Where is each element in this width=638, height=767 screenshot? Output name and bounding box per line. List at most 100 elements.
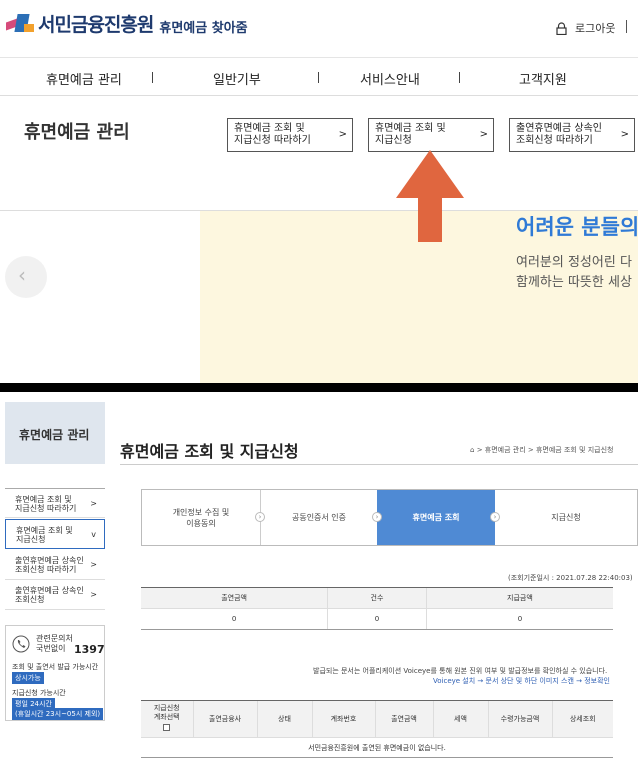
banner-text-line1: 여러분의 정성어린 다 (516, 255, 632, 270)
column-header: 상세조회 (551, 700, 613, 738)
hero-banner: ‹ 어려운 분들의 여러분의 정성어린 다 함께하는 따뜻한 세상 (0, 210, 638, 383)
logo-text: 서민금융진흥원 (38, 14, 154, 36)
banner-prev-button[interactable]: ‹ (5, 256, 47, 298)
logo-mark-icon (6, 12, 34, 36)
step-label: 지급신청 (551, 513, 581, 522)
column-header: 세액 (432, 700, 488, 738)
step-inquiry: 휴면예금 조회 (377, 490, 495, 545)
lnb-item-heir-guide[interactable]: 출연휴면예금 상속인 조회신청 따라하기 > (5, 550, 105, 580)
submenu-link-line1: 출연휴면예금 상속인 (516, 123, 602, 134)
voiceye-notice: 발급되는 문서는 어플리케이션 Voiceye를 통해 원본 진위 여부 및 발… (313, 667, 608, 675)
gnb-item-dormant[interactable]: 휴면예금 관리 (46, 69, 122, 88)
gnb-divider (318, 72, 319, 83)
title-divider (120, 464, 638, 465)
contact-label-line2: 국번없이 (36, 644, 66, 653)
contact-label: 관련문의처 국번없이 (36, 634, 73, 654)
table-cell: 0 (327, 608, 427, 630)
column-header-label: 지급신청 계좌선택 (153, 704, 180, 721)
submenu-link-line1: 휴면예금 조회 및 (234, 123, 305, 134)
submenu-link-heir-guide[interactable]: 출연휴면예금 상속인 조회신청 따라하기 > (509, 118, 635, 152)
lnb-header: 휴면예금 관리 (5, 402, 105, 464)
step-label-line2: 이용동의 (186, 518, 216, 528)
chevron-right-icon: > (90, 590, 97, 599)
table-row: 서민금융진흥원에 출연된 휴면예금이 없습니다. (141, 737, 613, 758)
voiceye-steps[interactable]: Voiceye 설치 → 문서 상단 및 하단 이미지 스캔 → 정보확인 (433, 676, 610, 686)
empty-message: 서민금융진흥원에 출연된 휴면예금이 없습니다. (141, 737, 613, 758)
submenu-link-inquiry[interactable]: 휴면예금 조회 및 지급신청 > (368, 118, 494, 152)
lnb-item-line2: 지급신청 따라하기 (15, 504, 77, 513)
logo-subtitle: 휴면예금 찾아줌 (159, 21, 248, 36)
column-header: 출연금액 (141, 587, 328, 609)
breadcrumb-path[interactable]: > 휴면예금 관리 > 휴면예금 조회 및 지급신청 (477, 446, 614, 454)
lnb-item-guide[interactable]: 휴면예금 조회 및 지급신청 따라하기 > (5, 488, 105, 518)
site-logo[interactable]: 서민금융진흥원 휴면예금 찾아줌 (6, 10, 248, 37)
hours2-label: 지급신청 가능시간 (12, 689, 66, 697)
table-cell: 0 (141, 608, 328, 630)
gnb-item-service[interactable]: 서비스안내 (360, 69, 420, 88)
dormant-deposit-table: 지급신청 계좌선택 출연금융사 상태 계좌번호 출연금액 세액 수령가능금액 상… (141, 700, 613, 758)
step-label: 공동인증서 인증 (291, 513, 347, 522)
chevron-left-icon: ‹ (18, 263, 26, 287)
select-all-checkbox[interactable] (163, 724, 171, 731)
submenu-title: 휴면예금 관리 (24, 122, 130, 143)
screenshot-divider (0, 383, 638, 392)
hours1-label: 조회 및 출연서 발급 가능시간 (12, 663, 99, 671)
page-title: 휴면예금 조회 및 지급신청 (120, 442, 299, 461)
submenu-link-line2: 조회신청 따라하기 (516, 135, 593, 146)
column-header: 수령가능금액 (487, 700, 552, 738)
chevron-right-icon: › (372, 512, 382, 522)
chevron-right-icon: > (620, 129, 629, 140)
column-header: 건수 (327, 587, 427, 609)
submenu-link-line2: 지급신청 따라하기 (234, 135, 311, 146)
lnb-item-line2: 지급신청 (16, 535, 46, 544)
annotation-arrow-icon (396, 150, 464, 242)
banner-text-line2: 함께하는 따뜻한 세상 (516, 275, 632, 290)
table-cell: 0 (425, 608, 613, 630)
step-indicator: 개인정보 수집 및 이용동의 공동인증서 인증 휴면예금 조회 지급신청 › › … (141, 489, 638, 546)
contact-label-line1: 관련문의처 (36, 634, 73, 643)
step-consent: 개인정보 수집 및 이용동의 (142, 490, 260, 545)
gnb-divider (459, 72, 460, 83)
chevron-right-icon: › (490, 512, 500, 522)
table-header-row: 출연금액 건수 지급금액 (141, 587, 613, 609)
lnb-title: 휴면예금 관리 (19, 428, 90, 442)
table-header-row: 지급신청 계좌선택 출연금융사 상태 계좌번호 출연금액 세액 수령가능금액 상… (141, 700, 613, 738)
step-certificate: 공동인증서 인증 (260, 490, 377, 545)
lnb-item-line1: 휴면예금 조회 및 (16, 526, 73, 535)
site-header: 서민금융진흥원 휴면예금 찾아줌 로그아웃 (0, 0, 638, 58)
chevron-right-icon: > (90, 560, 97, 569)
gnb-item-donation[interactable]: 일반기부 (213, 69, 261, 88)
chevron-down-icon: v (91, 530, 96, 539)
hours1-badge: 상시가능 (12, 672, 44, 684)
home-icon[interactable]: ⌂ (470, 446, 474, 454)
submenu-link-guide[interactable]: 휴면예금 조회 및 지급신청 따라하기 > (227, 118, 353, 152)
contact-box: 관련문의처 국번없이 1397 조회 및 출연서 발급 가능시간 상시가능 지급… (5, 625, 105, 721)
gnb-item-support[interactable]: 고객지원 (519, 69, 567, 88)
lnb-item-heir-inquiry[interactable]: 출연휴면예금 상속인 조회신청 > (5, 580, 105, 610)
column-header: 출연금융사 (192, 700, 257, 738)
header-divider (626, 20, 627, 33)
logout-button[interactable]: 로그아웃 (556, 20, 615, 36)
banner-headline: 어려운 분들의 (516, 215, 638, 239)
column-header: 출연금액 (374, 700, 433, 738)
lnb-item-line1: 출연휴면예금 상속인 (15, 586, 84, 595)
hours2-note: (휴일시간 23시~05시 제외) (12, 708, 104, 720)
chevron-right-icon: > (338, 129, 347, 140)
inquiry-page-view: 휴면예금 관리 휴면예금 조회 및 지급신청 따라하기 > 휴면예금 조회 및 … (0, 392, 638, 767)
column-header: 상태 (256, 700, 312, 738)
step-label: 휴면예금 조회 (412, 513, 460, 522)
column-header: 계좌번호 (311, 700, 375, 738)
breadcrumb: ⌂ > 휴면예금 관리 > 휴면예금 조회 및 지급신청 (470, 445, 613, 455)
gnb-divider (152, 72, 153, 83)
column-header-select: 지급신청 계좌선택 (141, 700, 193, 738)
submenu-panel: 휴면예금 관리 휴면예금 조회 및 지급신청 따라하기 > 휴면예금 조회 및 … (0, 96, 638, 210)
column-header: 지급금액 (425, 587, 613, 609)
phone-icon (12, 635, 30, 653)
chevron-right-icon: > (90, 499, 97, 508)
contact-number: 1397 (74, 643, 105, 656)
lock-icon (556, 21, 567, 35)
lnb-item-inquiry[interactable]: 휴면예금 조회 및 지급신청 v (5, 519, 105, 549)
step-apply: 지급신청 (495, 490, 637, 545)
global-nav: 휴면예금 관리 일반기부 서비스안내 고객지원 (0, 58, 638, 96)
step-label-line1: 개인정보 수집 및 (172, 507, 230, 517)
